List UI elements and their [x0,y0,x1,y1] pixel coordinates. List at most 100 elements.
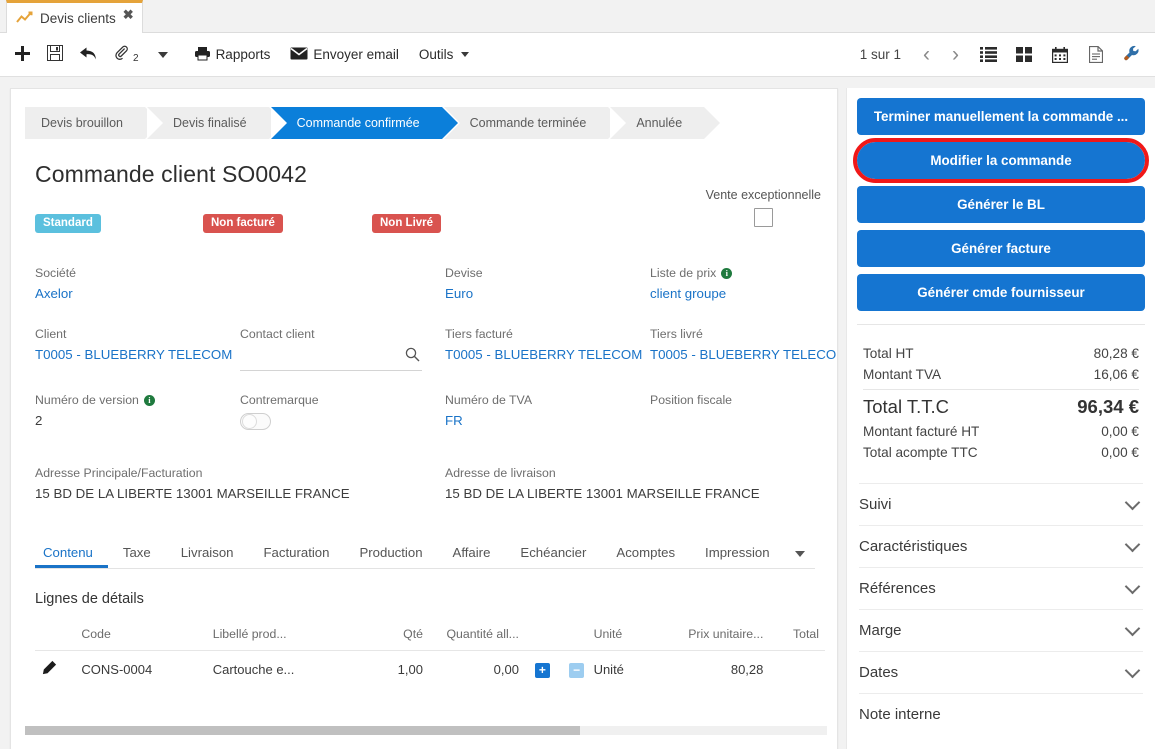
section-dates[interactable]: Dates [859,651,1143,693]
field-label: Devise [445,266,483,280]
reports-button[interactable]: Rapports [184,39,281,71]
exceptional-sale-checkbox[interactable] [753,208,773,227]
close-icon[interactable]: ✖ [123,8,134,21]
field-value[interactable]: T0005 - BLUEBERRY TELECOM [650,347,837,362]
field-label-text: Numéro de version [35,393,139,407]
column-header-code[interactable]: Code [75,621,207,651]
field-label: Adresse Principale/Facturation [35,466,203,480]
tab-affaire[interactable]: Affaire [438,545,506,568]
pencil-icon[interactable] [41,660,57,679]
total-row-montant-facture-ht: Montant facturé HT 0,00 € [863,421,1139,442]
generer-facture-button[interactable]: Générer facture [857,230,1145,267]
column-header-prix-unitaire[interactable]: Prix unitaire... [658,621,770,651]
search-icon[interactable] [405,347,420,367]
field-label: Contact client [240,327,315,341]
process-step-commande-terminee[interactable]: Commande terminée [443,107,625,139]
total-label: Montant TVA [863,367,942,382]
toolbar-right-group: 1 sur 1 ‹ › [860,39,1155,71]
tab-facturation[interactable]: Facturation [249,545,345,568]
detail-lines-table: Code Libellé prod... Qté Quantité all...… [35,621,825,688]
info-icon[interactable]: i [143,394,155,406]
tab-livraison[interactable]: Livraison [166,545,249,568]
tab-overflow-chevron-down-icon[interactable] [794,551,805,557]
tab-impression[interactable]: Impression [690,545,785,568]
printer-icon [194,46,211,64]
terminer-commande-button[interactable]: Terminer manuellement la commande ... [857,98,1145,135]
column-header-total[interactable]: Total [769,621,825,651]
contact-client-input[interactable] [240,347,422,371]
column-header-unite[interactable]: Unité [587,621,659,651]
calendar-view-button[interactable] [1043,39,1077,71]
section-caracteristiques[interactable]: Caractéristiques [859,525,1143,567]
tab-contenu[interactable]: Contenu [35,545,108,568]
section-references[interactable]: Références [859,567,1143,609]
collapsible-sections: Suivi Caractéristiques Références Marge … [847,483,1155,735]
section-label: Dates [859,664,899,681]
field-numero-de-version: Numéro de version i 2 [35,393,240,430]
field-client: Client T0005 - BLUEBERRY TELECOM [35,327,240,371]
field-value[interactable]: client groupe [650,286,837,301]
section-suivi[interactable]: Suivi [859,483,1143,525]
generer-cmde-fournisseur-button[interactable]: Générer cmde fournisseur [857,274,1145,311]
tab-production[interactable]: Production [344,545,437,568]
modifier-commande-button[interactable]: Modifier la commande [853,138,1149,183]
cell-prix-unitaire: 80,28 [730,662,764,677]
toolbar-more-dropdown[interactable] [148,39,178,71]
list-view-button[interactable] [971,39,1005,71]
scrollbar-thumb[interactable] [25,726,580,735]
tab-echeancier[interactable]: Echéancier [505,545,601,568]
horizontal-scrollbar[interactable] [25,726,827,735]
cell-unite: Unité [593,662,624,677]
send-email-button[interactable]: Envoyer email [280,39,409,71]
settings-wrench-button[interactable] [1115,39,1149,71]
document-tab-devis-clients[interactable]: Devis clients ✖ [6,0,143,33]
save-button[interactable] [39,39,71,71]
tab-acomptes[interactable]: Acomptes [601,545,690,568]
tab-label: Livraison [180,545,234,560]
column-header-quantite-allouee[interactable]: Quantité all... [428,621,525,651]
action-button-group: Terminer manuellement la commande ... Mo… [847,88,1155,311]
record-form-card: Devis brouillon Devis finalisé Commande … [10,88,838,749]
field-spacer [240,266,445,301]
table-row[interactable]: CONS-0004 Cartouche e... 1,00 0,00 + − U… [35,651,825,689]
section-marge[interactable]: Marge [859,609,1143,651]
column-header-qte[interactable]: Qté [358,621,429,651]
toggle-knob [242,414,257,429]
generer-bl-button[interactable]: Générer le BL [857,186,1145,223]
process-status-bar: Devis brouillon Devis finalisé Commande … [25,107,837,139]
report-view-button[interactable] [1079,39,1113,71]
chevron-down-icon [1124,578,1141,594]
tab-label: Impression [705,545,770,560]
allocate-plus-icon[interactable]: + [534,662,550,678]
info-icon[interactable]: i [721,267,733,279]
total-value: 0,00 € [1101,424,1139,439]
form-subtabs: Contenu Taxe Livraison Facturation Produ… [35,539,815,569]
process-step-devis-brouillon[interactable]: Devis brouillon [25,107,161,139]
chevron-down-icon [461,52,470,57]
field-societe: Société Axelor [35,266,240,301]
grid-view-button[interactable] [1007,39,1041,71]
next-record-button[interactable]: › [942,44,969,65]
section-label: Suivi [859,496,892,513]
allocate-minus-icon[interactable]: − [569,662,585,678]
field-value[interactable]: Euro [445,286,650,301]
field-value[interactable]: Axelor [35,286,240,301]
field-value[interactable]: FR [445,413,650,428]
column-header-libelle[interactable]: Libellé prod... [206,621,359,651]
new-record-button[interactable] [6,39,39,71]
field-value[interactable]: T0005 - BLUEBERRY TELECOM [35,347,240,362]
process-step-devis-finalise[interactable]: Devis finalisé [146,107,285,139]
prev-record-button[interactable]: ‹ [913,44,940,65]
row-edit-cell [35,651,75,689]
contremarque-toggle[interactable] [240,413,271,430]
field-value[interactable]: T0005 - BLUEBERRY TELECOM [445,347,650,362]
back-button[interactable] [71,39,106,71]
attachments-button[interactable]: 2 [106,39,148,71]
process-step-commande-confirmee[interactable]: Commande confirmée [270,107,458,139]
save-icon [47,45,63,64]
tab-taxe[interactable]: Taxe [108,545,166,568]
status-badge-non-facture: Non facturé [203,214,283,233]
process-step-annulee[interactable]: Annulée [610,107,721,139]
section-note-interne[interactable]: Note interne [859,693,1143,735]
tools-menu-button[interactable]: Outils [409,39,480,71]
